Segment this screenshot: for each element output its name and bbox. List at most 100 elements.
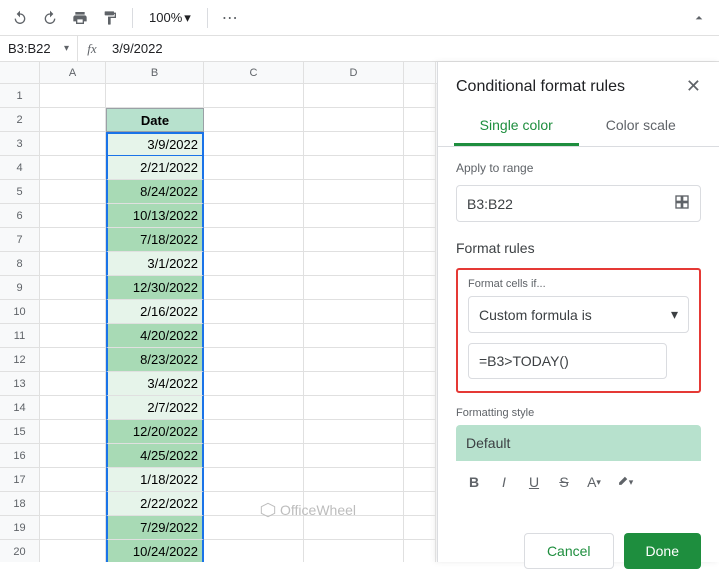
cell[interactable] [40,180,106,204]
collapse-button[interactable] [687,6,711,30]
grid-icon[interactable] [674,194,690,213]
row-header[interactable]: 17 [0,468,40,492]
cell[interactable] [404,228,436,252]
cell[interactable] [40,204,106,228]
row-header[interactable]: 7 [0,228,40,252]
cell[interactable] [304,540,404,562]
row-header[interactable]: 19 [0,516,40,540]
data-cell[interactable]: 4/20/2022 [106,324,204,348]
cell[interactable] [204,276,304,300]
data-cell[interactable]: 3/4/2022 [106,372,204,396]
cell[interactable] [404,180,436,204]
cell[interactable] [404,156,436,180]
bold-button[interactable]: B [460,469,488,495]
data-cell[interactable]: 7/29/2022 [106,516,204,540]
cell[interactable] [304,324,404,348]
cell[interactable] [404,420,436,444]
cell[interactable] [304,300,404,324]
cell[interactable] [304,108,404,132]
row-header[interactable]: 15 [0,420,40,444]
cell[interactable] [404,252,436,276]
row-header[interactable]: 3 [0,132,40,156]
cell[interactable] [204,108,304,132]
cell[interactable] [404,324,436,348]
cell[interactable] [404,276,436,300]
cell[interactable] [404,300,436,324]
cell[interactable] [40,420,106,444]
cell[interactable] [40,132,106,156]
row-header[interactable]: 16 [0,444,40,468]
cell[interactable] [404,348,436,372]
cell[interactable] [304,228,404,252]
formula-input[interactable]: 3/9/2022 [106,41,719,56]
underline-button[interactable]: U [520,469,548,495]
cell[interactable] [404,492,436,516]
cell[interactable] [304,156,404,180]
cell[interactable] [204,420,304,444]
data-cell[interactable]: 12/30/2022 [106,276,204,300]
cell[interactable] [404,468,436,492]
cell[interactable] [304,396,404,420]
row-header[interactable]: 2 [0,108,40,132]
data-cell[interactable]: 8/24/2022 [106,180,204,204]
row-header[interactable]: 11 [0,324,40,348]
strikethrough-button[interactable]: S [550,469,578,495]
cell[interactable] [40,324,106,348]
data-cell[interactable]: 2/7/2022 [106,396,204,420]
cell[interactable] [204,516,304,540]
data-cell[interactable]: 3/1/2022 [106,252,204,276]
undo-button[interactable] [8,6,32,30]
cell[interactable] [404,132,436,156]
name-box[interactable]: B3:B22▾ [0,36,78,61]
header-cell[interactable]: Date [106,108,204,132]
column-header[interactable]: B [106,62,204,83]
cell[interactable] [204,132,304,156]
data-cell[interactable]: 2/21/2022 [106,156,204,180]
cell[interactable] [304,468,404,492]
cell[interactable] [304,84,404,108]
cell[interactable] [40,348,106,372]
italic-button[interactable]: I [490,469,518,495]
cell[interactable] [404,372,436,396]
column-header[interactable]: D [304,62,404,83]
cell[interactable] [404,204,436,228]
cell[interactable] [404,516,436,540]
row-header[interactable]: 10 [0,300,40,324]
row-header[interactable]: 6 [0,204,40,228]
cell[interactable] [404,444,436,468]
cell[interactable] [404,84,436,108]
cell[interactable] [40,444,106,468]
style-preview[interactable]: Default [456,425,701,461]
row-header[interactable]: 8 [0,252,40,276]
data-cell[interactable] [106,84,204,108]
cell[interactable] [304,132,404,156]
cell[interactable] [204,180,304,204]
cell[interactable] [404,540,436,562]
done-button[interactable]: Done [624,533,701,569]
cell[interactable] [204,228,304,252]
data-cell[interactable]: 10/13/2022 [106,204,204,228]
cell[interactable] [304,516,404,540]
zoom-dropdown[interactable]: 100% ▾ [143,10,197,26]
cell[interactable] [204,468,304,492]
row-header[interactable]: 12 [0,348,40,372]
row-header[interactable]: 14 [0,396,40,420]
data-cell[interactable]: 8/23/2022 [106,348,204,372]
cell[interactable] [204,444,304,468]
cell[interactable] [40,84,106,108]
data-cell[interactable]: 4/25/2022 [106,444,204,468]
redo-button[interactable] [38,6,62,30]
cell[interactable] [40,300,106,324]
data-cell[interactable]: 2/16/2022 [106,300,204,324]
cell[interactable] [304,180,404,204]
row-header[interactable]: 5 [0,180,40,204]
cell[interactable] [304,204,404,228]
cell[interactable] [404,108,436,132]
row-header[interactable]: 1 [0,84,40,108]
cell[interactable] [204,252,304,276]
cell[interactable] [304,252,404,276]
data-cell[interactable]: 7/18/2022 [106,228,204,252]
cell[interactable] [40,492,106,516]
cell[interactable] [304,348,404,372]
spreadsheet-grid[interactable]: A B C D 12Date33/9/202242/21/202258/24/2… [0,62,437,562]
